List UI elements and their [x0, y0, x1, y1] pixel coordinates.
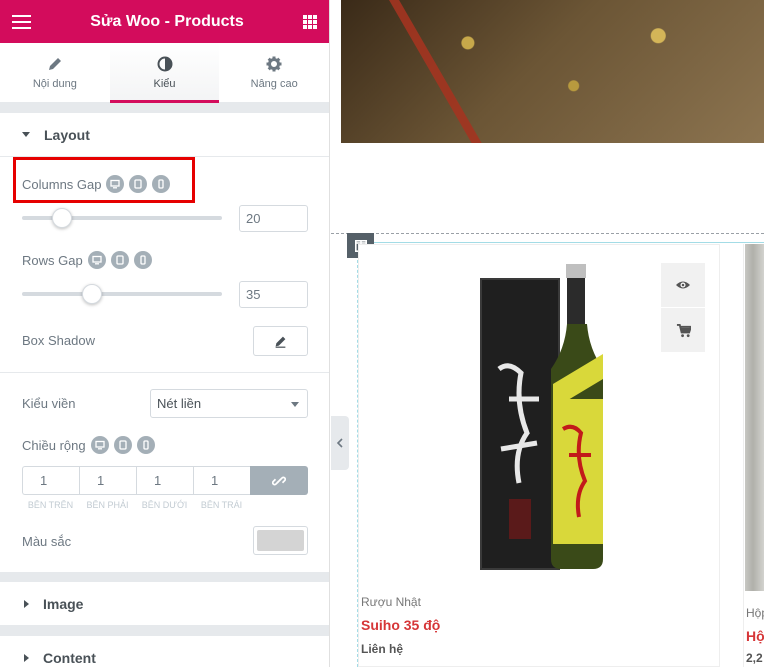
caret-down-icon: [22, 132, 30, 137]
section-spacer: [0, 572, 329, 582]
half-circle-icon: [157, 56, 172, 71]
product-title[interactable]: Suiho 35 độ: [361, 617, 440, 633]
border-color-label: Màu sắc: [22, 534, 72, 549]
quick-view-button[interactable]: [661, 263, 705, 307]
product-price: 2,2: [746, 651, 763, 665]
mobile-device-icon[interactable]: [136, 436, 155, 454]
border-width-bottom-input[interactable]: 1: [136, 466, 193, 495]
editor-panel: Sửa Woo - Products Nội dung Kiểu Nâng ca…: [0, 0, 330, 667]
section-image-header[interactable]: Image: [0, 582, 329, 626]
border-width-inputs: 1 1 1 1: [22, 466, 308, 495]
tab-advanced[interactable]: Nâng cao: [219, 43, 329, 102]
rows-gap-label: Rows Gap: [22, 251, 152, 269]
columns-gap-input[interactable]: 20: [239, 205, 308, 232]
border-color-swatch: [257, 530, 304, 551]
border-width-side-labels: BÊN TRÊN BÊN PHẢI BÊN DƯỚI BÊN TRÁI: [22, 500, 250, 510]
section-outline: [331, 233, 764, 234]
product-card[interactable]: Rượu Nhật Suiho 35 độ Liên hệ: [358, 244, 720, 667]
caret-right-icon: [24, 599, 29, 608]
panel-header: Sửa Woo - Products: [0, 0, 329, 43]
border-color-picker[interactable]: [253, 526, 308, 555]
section-content: Content: [0, 626, 329, 667]
rows-gap-slider-handle[interactable]: [82, 284, 102, 304]
widgets-grid-icon[interactable]: [303, 14, 317, 29]
caret-right-icon: [24, 653, 29, 662]
tab-style[interactable]: Kiểu: [109, 43, 220, 103]
panel-collapse-button[interactable]: [331, 416, 349, 470]
section-content-title: Content: [43, 649, 96, 666]
section-content-header[interactable]: Content: [0, 636, 329, 667]
product-title[interactable]: Hộ: [746, 628, 764, 644]
section-layout-title: Layout: [44, 126, 90, 143]
side-label-left: BÊN TRÁI: [200, 500, 243, 510]
border-type-select[interactable]: Nét liền: [150, 389, 308, 418]
border-width-label: Chiều rộng: [22, 436, 155, 454]
section-layout-header[interactable]: Layout: [0, 113, 329, 157]
tablet-device-icon[interactable]: [113, 436, 132, 454]
desktop-device-icon[interactable]: [90, 436, 109, 454]
divider: [0, 372, 329, 373]
product-category[interactable]: Rượu Nhật: [361, 595, 421, 609]
rows-gap-text: Rows Gap: [22, 252, 83, 268]
pencil-icon: [48, 57, 61, 70]
section-image: Image: [0, 572, 329, 626]
rows-gap-slider[interactable]: [22, 284, 222, 304]
border-width-top-input[interactable]: 1: [22, 466, 79, 495]
chevron-down-icon: [291, 402, 299, 407]
product-category[interactable]: Hộp: [746, 606, 764, 620]
side-label-bottom: BÊN DƯỚI: [141, 500, 188, 510]
section-image-title: Image: [43, 595, 84, 612]
tab-content-label: Nội dung: [32, 77, 77, 90]
tablet-device-icon[interactable]: [110, 251, 129, 269]
section-spacer: [0, 626, 329, 636]
product-card[interactable]: Hộp Hộ 2,2: [743, 244, 764, 667]
tab-style-label: Kiểu: [153, 77, 176, 90]
page-preview: Rượu Nhật Suiho 35 độ Liên hệ Hộp Hộ 2,2: [331, 0, 764, 667]
panel-title: Sửa Woo - Products: [90, 12, 244, 30]
border-type-value: Nét liền: [157, 396, 202, 411]
columns-gap-slider-handle[interactable]: [52, 208, 72, 228]
gear-icon: [266, 56, 282, 71]
mobile-device-icon[interactable]: [133, 251, 152, 269]
link-icon: [272, 476, 286, 485]
card-actions: [661, 263, 705, 353]
add-to-cart-button[interactable]: [661, 308, 705, 352]
border-width-text: Chiều rộng: [22, 437, 86, 453]
cart-icon: [676, 323, 691, 337]
link-values-button[interactable]: [250, 466, 308, 495]
border-width-left-input[interactable]: 1: [193, 466, 250, 495]
pencil-icon: [275, 336, 286, 348]
desktop-device-icon[interactable]: [87, 251, 106, 269]
chevron-left-icon: [336, 438, 343, 448]
tab-content[interactable]: Nội dung: [0, 43, 110, 102]
tab-advanced-label: Nâng cao: [250, 77, 298, 90]
columns-gap-slider[interactable]: [22, 208, 222, 228]
hamburger-menu-icon[interactable]: [12, 14, 31, 29]
panel-tabs: Nội dung Kiểu Nâng cao: [0, 43, 329, 103]
side-label-right: BÊN PHẢI: [86, 500, 129, 510]
product-image[interactable]: [745, 244, 764, 591]
rows-gap-input[interactable]: 35: [239, 281, 308, 308]
border-width-right-input[interactable]: 1: [79, 466, 136, 495]
side-label-top: BÊN TRÊN: [27, 500, 74, 510]
eye-icon: [676, 281, 690, 289]
box-shadow-edit-button[interactable]: [253, 326, 308, 356]
section-spacer: [0, 103, 329, 113]
hero-image: [341, 0, 764, 143]
highlight-box: [13, 157, 195, 203]
column-outline-top: [357, 242, 764, 243]
sake-bottle-image: [480, 263, 603, 570]
border-type-label: Kiểu viền: [22, 396, 76, 411]
product-price: Liên hệ: [361, 642, 404, 656]
box-shadow-label: Box Shadow: [22, 333, 95, 348]
